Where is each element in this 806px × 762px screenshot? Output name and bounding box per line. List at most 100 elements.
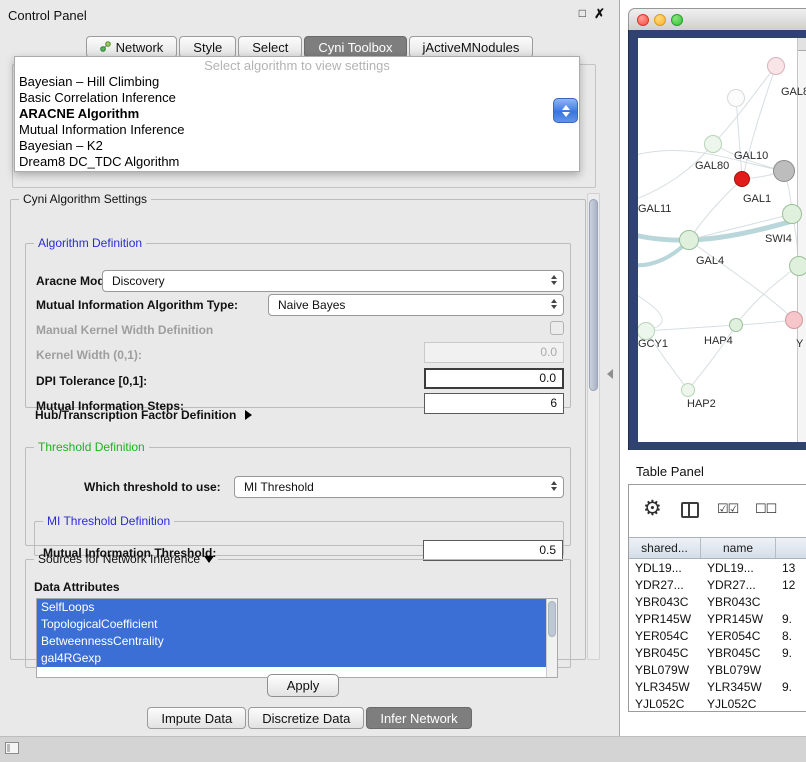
network-node-pink-light[interactable] xyxy=(767,57,785,75)
network-node-green[interactable] xyxy=(782,204,802,224)
mi-steps-field[interactable]: 6 xyxy=(424,393,564,414)
network-node-white[interactable] xyxy=(727,89,745,107)
network-node-green[interactable] xyxy=(789,256,806,276)
algorithm-combo-button[interactable] xyxy=(553,98,578,123)
table-cell: YDL19... xyxy=(701,560,776,577)
scrollbar-arrow-box[interactable] xyxy=(798,38,806,51)
node-label-gal4: GAL4 xyxy=(696,255,724,267)
minimize-window-button[interactable] xyxy=(654,14,666,26)
which-threshold-select[interactable]: MI Threshold xyxy=(234,476,564,498)
mi-algorithm-type-select[interactable]: Naive Bayes xyxy=(268,294,564,316)
table-row[interactable]: YDL19...YDL19...13 xyxy=(629,560,806,577)
algorithm-option-bayesian-hill-climbing[interactable]: Bayesian – Hill Climbing xyxy=(15,74,579,90)
network-node-green[interactable] xyxy=(679,230,699,250)
network-node-red[interactable] xyxy=(734,171,750,187)
tab-cyni-toolbox[interactable]: Cyni Toolbox xyxy=(304,36,406,58)
network-node-gray[interactable] xyxy=(773,160,795,182)
table-cell xyxy=(776,594,806,611)
tab-infer-network[interactable]: Infer Network xyxy=(366,707,471,729)
network-node-green-light[interactable] xyxy=(681,383,695,397)
zoom-window-button[interactable] xyxy=(671,14,683,26)
tab-style[interactable]: Style xyxy=(179,36,236,58)
sources-title: Sources for Network Inference xyxy=(34,552,218,566)
tab-impute-data[interactable]: Impute Data xyxy=(147,707,246,729)
close-panel-icon[interactable]: ✗ xyxy=(594,6,605,22)
tab-label: Discretize Data xyxy=(262,711,350,726)
tab-network[interactable]: Network xyxy=(86,36,178,58)
table-cell: YPR145W xyxy=(629,611,701,628)
settings-scrollbar[interactable] xyxy=(587,193,600,660)
manual-kernel-width-checkbox[interactable] xyxy=(550,321,564,335)
table-row[interactable]: YJL052CYJL052C xyxy=(629,696,806,712)
manual-kernel-width-label: Manual Kernel Width Definition xyxy=(36,323,213,337)
scrollbar-thumb[interactable] xyxy=(548,601,556,637)
tab-label: jActiveMNodules xyxy=(423,40,520,55)
apply-button[interactable]: Apply xyxy=(267,674,339,697)
attribute-item-betweennesscentrality[interactable]: BetweennessCentrality xyxy=(37,633,546,650)
algorithm-option-dream8-dc-tdc-algorithm[interactable]: Dream8 DC_TDC Algorithm xyxy=(15,154,579,170)
hub-transcription-factor-section[interactable]: Hub/Transcription Factor Definition xyxy=(35,408,252,422)
tab-discretize-data[interactable]: Discretize Data xyxy=(248,707,364,729)
node-label-swi4: SWI4 xyxy=(765,233,792,245)
algorithm-option-mutual-information-inference[interactable]: Mutual Information Inference xyxy=(15,122,579,138)
attribute-list-scrollbar[interactable] xyxy=(546,599,557,677)
tab-label: Impute Data xyxy=(161,711,232,726)
table-row[interactable]: YDR27...YDR27...12 xyxy=(629,577,806,594)
close-window-button[interactable] xyxy=(637,14,649,26)
attribute-item-gal4rgexp[interactable]: gal4RGexp xyxy=(37,650,546,667)
combo-down-arrow-icon xyxy=(562,112,570,117)
algorithm-option-bayesian-k2[interactable]: Bayesian – K2 xyxy=(15,138,579,154)
sources-title-text: Sources for Network Inference xyxy=(38,552,200,566)
network-window-titlebar[interactable] xyxy=(628,8,806,30)
deselect-all-columns-icon[interactable]: ☐☐ xyxy=(755,501,776,517)
network-scrollbar[interactable] xyxy=(797,38,806,442)
network-node-pink[interactable] xyxy=(785,311,803,329)
column-header-shared[interactable]: shared... xyxy=(629,538,701,558)
table-row[interactable]: YBR043CYBR043C xyxy=(629,594,806,611)
mi-threshold-definition-group: MI Threshold Definition Mutual Informati… xyxy=(34,514,564,556)
dpi-tolerance-field[interactable]: 0.0 xyxy=(424,368,564,389)
gear-icon[interactable]: ⚙ xyxy=(643,497,662,521)
scrollbar-thumb[interactable] xyxy=(589,199,598,391)
hub-transcription-factor-label: Hub/Transcription Factor Definition xyxy=(35,408,236,422)
node-label-gal11: GAL11 xyxy=(638,203,671,215)
columns-icon[interactable] xyxy=(681,502,699,518)
table-cell: YER054C xyxy=(701,628,776,645)
algorithm-option-basic-correlation-inference[interactable]: Basic Correlation Inference xyxy=(15,90,579,106)
table-row[interactable]: YPR145WYPR145W9. xyxy=(629,611,806,628)
algorithm-definition-group: Algorithm Definition Aracne Mode: Discov… xyxy=(25,236,571,408)
collapse-arrow-icon[interactable] xyxy=(204,556,214,563)
network-node-green[interactable] xyxy=(729,318,743,332)
table-panel-title: Table Panel xyxy=(636,464,704,479)
table-row[interactable]: YBR045CYBR045C9. xyxy=(629,645,806,662)
tab-jactivemnodules[interactable]: jActiveMNodules xyxy=(409,36,534,58)
algorithm-option-aracne-algorithm[interactable]: ARACNE Algorithm xyxy=(15,106,579,122)
mi-algorithm-type-label: Mutual Information Algorithm Type: xyxy=(36,298,238,312)
combo-arrows-icon xyxy=(551,481,557,491)
panel-collapse-handle[interactable] xyxy=(604,364,616,384)
node-label-hap2: HAP2 xyxy=(687,398,716,410)
table-cell: 8. xyxy=(776,628,806,645)
restore-panel-icon[interactable] xyxy=(5,742,19,754)
column-header-name[interactable]: name xyxy=(701,538,776,558)
network-node-green-light[interactable] xyxy=(704,135,722,153)
table-row[interactable]: YBL079WYBL079W xyxy=(629,662,806,679)
tab-select[interactable]: Select xyxy=(238,36,302,58)
column-header-2[interactable] xyxy=(776,538,806,558)
table-row[interactable]: YLR345WYLR345W9. xyxy=(629,679,806,696)
select-all-columns-icon[interactable]: ☑☑ xyxy=(717,501,738,517)
node-label-gal1: GAL1 xyxy=(743,193,771,205)
table-row[interactable]: YER054CYER054C8. xyxy=(629,628,806,645)
table-cell: 12 xyxy=(776,577,806,594)
network-canvas[interactable]: GAL8GAL80GAL10GAL11GAL1SWI4GAL4GCY1HAP4H… xyxy=(638,38,806,442)
tab-label: Select xyxy=(252,40,288,55)
table-cell: 9. xyxy=(776,645,806,662)
float-panel-icon[interactable]: □ xyxy=(579,6,586,20)
dpi-tolerance-label: DPI Tolerance [0,1]: xyxy=(36,374,147,388)
attribute-item-selfloops[interactable]: SelfLoops xyxy=(37,599,546,616)
attribute-item-topologicalcoefficient[interactable]: TopologicalCoefficient xyxy=(37,616,546,633)
which-threshold-value: MI Threshold xyxy=(244,477,314,497)
kernel-width-field[interactable]: 0.0 xyxy=(424,342,564,363)
aracne-mode-select[interactable]: Discovery xyxy=(102,270,564,292)
table-cell: YDR27... xyxy=(701,577,776,594)
